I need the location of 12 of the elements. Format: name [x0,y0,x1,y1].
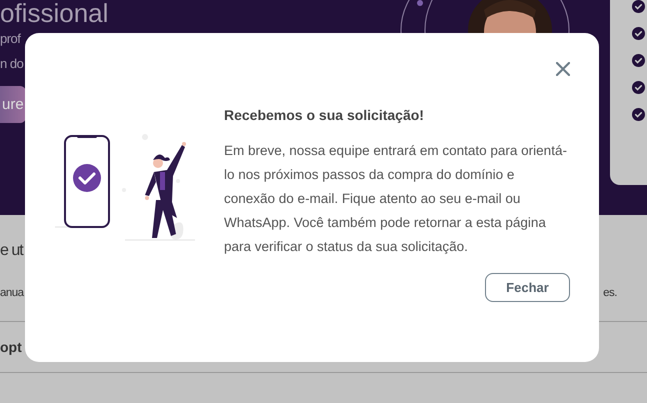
dialog-message: Em breve, nossa equipe entrará em contato para orientá-lo nos próximos passos da compra do domínio e conexão do e-mail. Fique atento ao seu e-mail ou WhatsApp. Você também pode retornar a esta página para verificar o status da sua solicitação. [224,142,568,256]
close-button[interactable]: Fechar [485,273,570,302]
section-text: anua [0,287,24,299]
close-icon[interactable] [556,62,570,76]
dialog-title: Recebemos o sua solicitação! [224,106,425,125]
option-label: opt [0,339,22,355]
cta-button[interactable]: ure [0,86,26,123]
section-heading: e ut [0,241,24,261]
hero-text: prof [0,30,20,48]
section-text: es. [603,287,617,299]
hero-text: n do [0,55,24,73]
hero-heading: ofissional [0,0,108,26]
